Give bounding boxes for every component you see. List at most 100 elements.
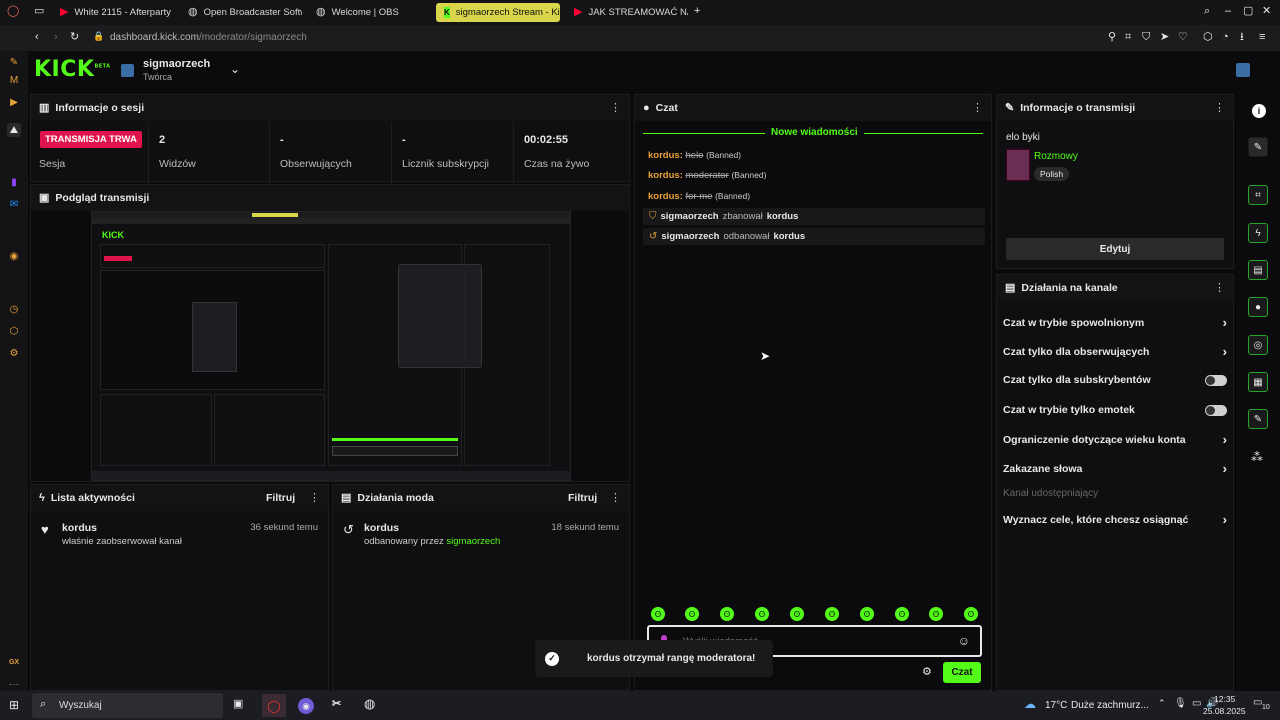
activity-item-user[interactable]: kordus [62,522,97,534]
emote-only-toggle[interactable] [1205,404,1227,416]
task-view-icon[interactable]: ▣ [233,699,243,710]
edit-stream-button[interactable]: Edytuj [1006,238,1224,260]
aria-icon[interactable]: ✎ [7,55,21,69]
twitch-icon[interactable]: ▮ [7,175,21,189]
rail-edit-button[interactable]: ✎ [1248,137,1268,157]
opera-taskbar-icon[interactable]: ◯ [262,694,286,717]
chat-settings-icon[interactable]: ⚙ [922,667,932,678]
emote-button[interactable]: ʘ [685,607,699,621]
snapshot-icon[interactable]: ⌗ [1125,32,1131,43]
settings-icon[interactable]: ⚙ [7,346,21,360]
rail-share-icon[interactable]: ⁂ [1251,451,1263,463]
pin-icon[interactable]: ⚲ [1108,32,1116,43]
search-tabs-icon[interactable]: ⌕ [1204,6,1210,17]
channel-actions-panel: ▤ Działania na kanale ⋮ Czat w trybie sp… [996,274,1234,691]
tab-welcome-obs[interactable]: ◍ Welcome | OBS [308,3,430,22]
emote-button[interactable]: ʘ [895,607,909,621]
kick-logo[interactable]: KICKBETA [34,57,111,82]
stream-preview-video[interactable]: KICK [91,211,571,481]
activity-filter-button[interactable]: Filtruj [266,492,295,504]
banned-words-item[interactable]: Zakazane słowa › [1003,462,1227,475]
heart-bookmark-icon[interactable]: ♡ [1178,32,1188,43]
emoji-icon[interactable]: ☺ [958,635,970,647]
new-tab-plus-icon[interactable]: + [694,6,700,17]
app-taskbar-icon[interactable]: ◉ [298,698,314,714]
maximize-icon[interactable]: ▢ [1243,6,1253,17]
channel-actions-menu-icon[interactable]: ⋮ [1214,281,1225,294]
emote-button[interactable]: ʘ [720,607,734,621]
clock-date[interactable]: 25.08.2025 [1203,706,1246,716]
tab-kick-stream[interactable]: K sigmaorzech Stream - Ki [436,3,560,22]
emote-button[interactable]: ʘ [651,607,665,621]
tab-overview-icon[interactable]: ▭ [34,6,44,17]
chevron-up-icon[interactable]: ⌃ [1158,699,1166,708]
history-icon[interactable]: ◷ [7,302,21,316]
tab-youtube-afterparty[interactable]: ▶ White 2115 - Afterparty (o [52,3,174,22]
microphone-icon[interactable]: 🎙 [1174,699,1187,709]
network-icon[interactable]: ▭ [1192,699,1201,709]
mail-icon[interactable]: M [7,73,21,87]
notification-count: 10 [1262,704,1270,711]
profile-icon[interactable]: ◔ [1222,32,1229,43]
clock-time[interactable]: 12:35 [1214,694,1235,704]
chat-send-button[interactable]: Czat [943,662,981,683]
account-age-item[interactable]: Ograniczenie dotyczące wieku konta › [1003,433,1227,446]
stream-category[interactable]: Rozmowy [1034,151,1078,162]
rail-document-button[interactable]: ▤ [1248,260,1268,280]
extensions-sidebar-icon[interactable]: ⬡ [7,324,21,338]
emote-button[interactable]: ʘ [825,607,839,621]
rail-chat-button[interactable]: ● [1248,297,1268,317]
tab-youtube-jak-streamowac[interactable]: ▶ JAK STREAMOWAĆ NA K [566,3,688,22]
browser-menu-icon[interactable]: ≡ [1259,32,1265,43]
capcut-taskbar-icon[interactable]: ✂ [332,699,341,710]
rail-broadcast-button[interactable]: ◎ [1248,335,1268,355]
emote-button[interactable]: ʘ [860,607,874,621]
url-field[interactable]: dashboard.kick.com/moderator/sigmaorzech [110,32,307,43]
rail-bolt-button[interactable]: ϟ [1248,223,1268,243]
session-menu-icon[interactable]: ⋮ [610,101,621,114]
slow-mode-item[interactable]: Czat w trybie spowolnionym › [1003,316,1227,329]
gx-icon[interactable]: GX [7,655,21,669]
minimize-icon[interactable]: – [1225,6,1231,17]
forward-arrow-icon[interactable]: › [54,32,58,43]
send-icon[interactable]: ➤ [1160,32,1169,43]
more-icon[interactable]: ··· [7,677,21,691]
extensions-icon[interactable]: ⬡ [1203,32,1213,43]
activity-menu-icon[interactable]: ⋮ [309,491,320,504]
channel-role: Twórca [143,72,173,82]
kick-sidebar-icon[interactable]: ⛰ [7,123,21,137]
mod-actions-menu-icon[interactable]: ⋮ [610,491,621,504]
back-arrow-icon[interactable]: ‹ [35,32,39,43]
chevron-down-icon[interactable]: ⌄ [230,63,240,75]
tab-obs-software[interactable]: ◍ Open Broadcaster Softwa [180,3,302,22]
rail-tools-button[interactable]: ✎ [1248,409,1268,429]
windows-start-icon[interactable]: ⊞ [9,699,19,711]
music-icon[interactable]: ◉ [7,249,21,263]
rail-server-button[interactable]: ▦ [1248,372,1268,392]
shield-icon[interactable]: ⛉ [1142,32,1150,43]
video-icon[interactable]: ▶ [7,95,21,109]
language-badge: Polish [1034,167,1070,181]
close-window-icon[interactable]: ✕ [1262,6,1271,17]
emote-button[interactable]: ʘ [929,607,943,621]
mod-action-user[interactable]: kordus [364,522,399,534]
goals-item[interactable]: Wyznacz cele, które chcesz osiągnąć › [1003,513,1227,526]
opera-logo-icon[interactable]: ◯ [7,6,19,17]
subscribers-only-toggle[interactable] [1205,374,1227,386]
mod-action-by[interactable]: sigmaorzech [446,536,500,547]
reload-icon[interactable]: ↻ [70,32,79,43]
emote-button[interactable]: ʘ [755,607,769,621]
info-icon[interactable]: i [1252,104,1266,118]
user-avatar[interactable] [1236,63,1250,77]
messenger-icon[interactable]: ✉ [7,197,21,211]
chat-menu-icon[interactable]: ⋮ [972,101,983,114]
followers-only-item[interactable]: Czat tylko dla obserwujących › [1003,345,1227,358]
download-icon[interactable]: ⭳ [1240,32,1244,43]
obs-taskbar-icon[interactable]: ◍ [364,697,375,710]
emote-button[interactable]: ʘ [964,607,978,621]
mod-actions-filter-button[interactable]: Filtruj [568,492,597,504]
emote-button[interactable]: ʘ [790,607,804,621]
stream-info-menu-icon[interactable]: ⋮ [1214,101,1225,114]
rail-scan-button[interactable]: ⌗ [1248,185,1268,205]
taskbar-search-box[interactable]: ⌕ Wyszukaj [32,693,223,718]
